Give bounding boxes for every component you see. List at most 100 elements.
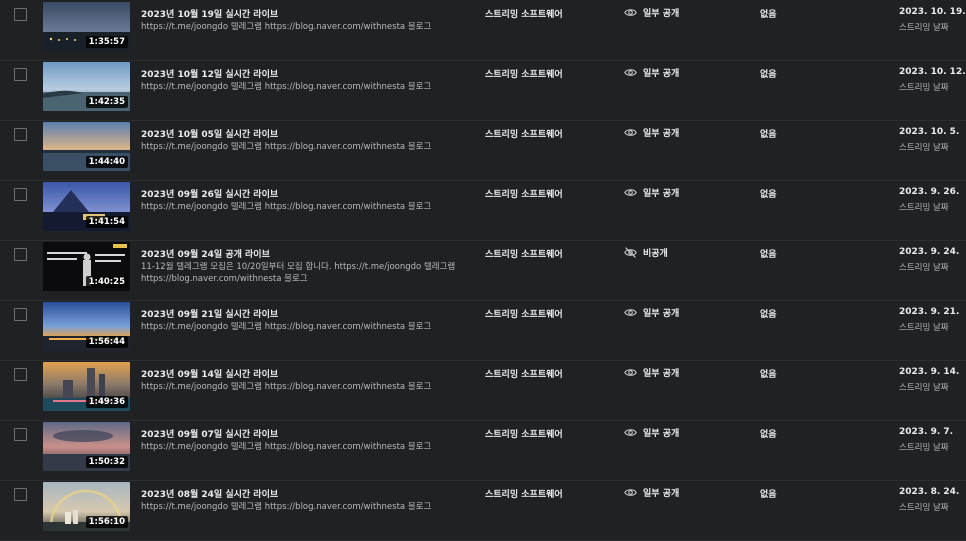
row-checkbox[interactable]	[14, 8, 27, 21]
visibility-control[interactable]: 일부 공개	[624, 425, 679, 439]
video-thumbnail[interactable]: 1:44:40	[43, 122, 130, 171]
visibility-control[interactable]: 일부 공개	[624, 305, 679, 319]
stream-date: 2023. 10. 12.	[899, 67, 966, 77]
visibility-control[interactable]: 비공개	[624, 245, 668, 259]
video-description: https://t.me/joongdo 텔레그램 https://blog.n…	[141, 202, 432, 212]
restrictions: 없음	[760, 10, 777, 20]
stream-date: 2023. 10. 5.	[899, 127, 960, 137]
table-row[interactable]: 1:42:35 2023년 10월 12일 실시간 라이브 https://t.…	[0, 60, 966, 121]
duration-badge: 1:44:40	[85, 156, 128, 168]
video-title[interactable]: 2023년 09월 26일 실시간 라이브	[141, 187, 278, 200]
video-type: 스트리밍 소프트웨어	[485, 430, 563, 440]
date-label: 스트리밍 날짜	[899, 443, 949, 453]
eye-icon	[624, 488, 637, 496]
stream-date: 2023. 9. 7.	[899, 427, 954, 437]
eye-icon	[624, 428, 637, 436]
visibility-label: 일부 공개	[643, 488, 680, 499]
visibility-label: 일부 공개	[643, 68, 680, 79]
video-thumbnail[interactable]: 1:41:54	[43, 182, 130, 231]
visibility-label: 일부 공개	[643, 368, 680, 379]
date-label: 스트리밍 날짜	[899, 143, 949, 153]
stream-date: 2023. 10. 19.	[899, 7, 966, 17]
video-title[interactable]: 2023년 09월 07일 실시간 라이브	[141, 427, 278, 440]
video-thumbnail[interactable]: 1:49:36	[43, 362, 130, 411]
row-checkbox[interactable]	[14, 428, 27, 441]
restrictions: 없음	[760, 370, 777, 380]
video-type: 스트리밍 소프트웨어	[485, 370, 563, 380]
video-type: 스트리밍 소프트웨어	[485, 490, 563, 500]
video-title[interactable]: 2023년 10월 12일 실시간 라이브	[141, 67, 278, 80]
video-description: https://t.me/joongdo 텔레그램 https://blog.n…	[141, 442, 432, 452]
video-thumbnail[interactable]: 1:56:10	[43, 482, 130, 531]
video-type: 스트리밍 소프트웨어	[485, 10, 563, 20]
table-row[interactable]: 1:56:10 2023년 08월 24일 실시간 라이브 https://t.…	[0, 480, 966, 541]
table-row[interactable]: 1:49:36 2023년 09월 14일 실시간 라이브 https://t.…	[0, 360, 966, 421]
video-thumbnail[interactable]: 1:40:25	[43, 242, 130, 291]
visibility-control[interactable]: 일부 공개	[624, 5, 679, 19]
visibility-control[interactable]: 일부 공개	[624, 65, 679, 79]
duration-badge: 1:49:36	[85, 396, 128, 408]
visibility-label: 비공개	[643, 248, 668, 259]
duration-badge: 1:40:25	[85, 276, 128, 288]
video-title[interactable]: 2023년 09월 14일 실시간 라이브	[141, 367, 278, 380]
table-row[interactable]: 1:41:54 2023년 09월 26일 실시간 라이브 https://t.…	[0, 180, 966, 241]
row-checkbox[interactable]	[14, 368, 27, 381]
date-label: 스트리밍 날짜	[899, 263, 949, 273]
visibility-control[interactable]: 일부 공개	[624, 365, 679, 379]
visibility-label: 일부 공개	[643, 308, 680, 319]
video-type: 스트리밍 소프트웨어	[485, 250, 563, 260]
eye-icon	[624, 8, 637, 16]
duration-badge: 1:42:35	[85, 96, 128, 108]
stream-date: 2023. 9. 14.	[899, 367, 960, 377]
table-row[interactable]: 1:50:32 2023년 09월 07일 실시간 라이브 https://t.…	[0, 420, 966, 481]
eye-icon	[624, 188, 637, 196]
stream-date: 2023. 9. 26.	[899, 187, 960, 197]
date-label: 스트리밍 날짜	[899, 503, 949, 513]
row-checkbox[interactable]	[14, 488, 27, 501]
eye-icon	[624, 128, 637, 136]
video-type: 스트리밍 소프트웨어	[485, 70, 563, 80]
duration-badge: 1:56:10	[85, 516, 128, 528]
table-row[interactable]: 1:56:44 2023년 09월 21일 실시간 라이브 https://t.…	[0, 300, 966, 361]
eye-icon	[624, 368, 637, 376]
video-title[interactable]: 2023년 09월 24일 공개 라이브	[141, 247, 270, 260]
video-title[interactable]: 2023년 10월 19일 실시간 라이브	[141, 7, 278, 20]
video-thumbnail[interactable]: 1:35:57	[43, 2, 130, 51]
restrictions: 없음	[760, 310, 777, 320]
visibility-label: 일부 공개	[643, 188, 680, 199]
duration-badge: 1:50:32	[85, 456, 128, 468]
visibility-control[interactable]: 일부 공개	[624, 185, 679, 199]
duration-badge: 1:41:54	[85, 216, 128, 228]
video-description: https://t.me/joongdo 텔레그램 https://blog.n…	[141, 142, 432, 152]
visibility-control[interactable]: 일부 공개	[624, 485, 679, 499]
table-row[interactable]: 1:40:25 2023년 09월 24일 공개 라이브 11-12월 텔레그램…	[0, 240, 966, 301]
visibility-label: 일부 공개	[643, 8, 680, 19]
eye-icon	[624, 308, 637, 316]
video-title[interactable]: 2023년 09월 21일 실시간 라이브	[141, 307, 278, 320]
restrictions: 없음	[760, 250, 777, 260]
date-label: 스트리밍 날짜	[899, 383, 949, 393]
visibility-control[interactable]: 일부 공개	[624, 125, 679, 139]
video-thumbnail[interactable]: 1:50:32	[43, 422, 130, 471]
table-row[interactable]: 1:44:40 2023년 10월 05일 실시간 라이브 https://t.…	[0, 120, 966, 181]
row-checkbox[interactable]	[14, 308, 27, 321]
video-type: 스트리밍 소프트웨어	[485, 190, 563, 200]
restrictions: 없음	[760, 70, 777, 80]
row-checkbox[interactable]	[14, 188, 27, 201]
video-title[interactable]: 2023년 08월 24일 실시간 라이브	[141, 487, 278, 500]
row-checkbox[interactable]	[14, 248, 27, 261]
video-thumbnail[interactable]: 1:56:44	[43, 302, 130, 351]
video-title[interactable]: 2023년 10월 05일 실시간 라이브	[141, 127, 278, 140]
row-checkbox[interactable]	[14, 68, 27, 81]
stream-date: 2023. 9. 21.	[899, 307, 960, 317]
video-type: 스트리밍 소프트웨어	[485, 310, 563, 320]
row-checkbox[interactable]	[14, 128, 27, 141]
restrictions: 없음	[760, 430, 777, 440]
date-label: 스트리밍 날짜	[899, 323, 949, 333]
date-label: 스트리밍 날짜	[899, 83, 949, 93]
video-list: 1:35:57 2023년 10월 19일 실시간 라이브 https://t.…	[0, 0, 966, 541]
eye-off-icon	[624, 246, 637, 258]
stream-date: 2023. 8. 24.	[899, 487, 960, 497]
table-row[interactable]: 1:35:57 2023년 10월 19일 실시간 라이브 https://t.…	[0, 0, 966, 61]
video-thumbnail[interactable]: 1:42:35	[43, 62, 130, 111]
